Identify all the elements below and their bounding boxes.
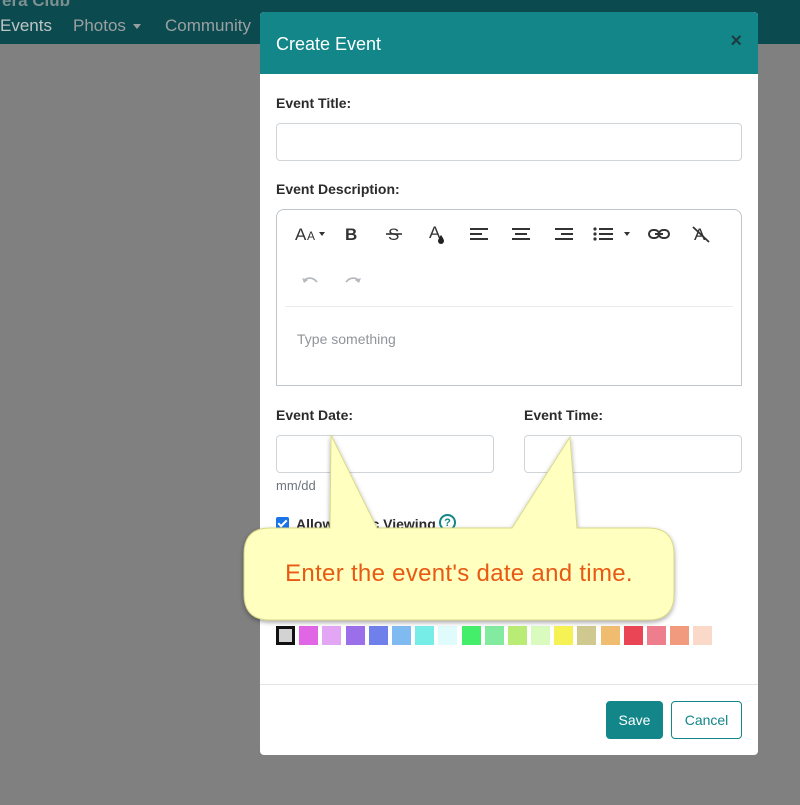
color-swatch[interactable] <box>624 626 643 645</box>
color-swatch[interactable] <box>485 626 504 645</box>
event-date-label: Event Date: <box>276 407 354 423</box>
tooltip-text: Enter the event's date and time. <box>285 560 633 587</box>
svg-text:B: B <box>345 225 357 244</box>
color-swatch[interactable] <box>415 626 434 645</box>
strikethrough-icon[interactable]: S <box>381 221 407 247</box>
color-swatch[interactable] <box>693 626 712 645</box>
close-button[interactable]: × <box>730 30 742 53</box>
color-swatch[interactable] <box>554 626 573 645</box>
cancel-button[interactable]: Cancel <box>671 701 742 739</box>
color-swatch-selected[interactable] <box>276 626 295 645</box>
color-swatch[interactable] <box>601 626 620 645</box>
redo-icon[interactable] <box>340 269 366 295</box>
create-event-modal: Create Event × Event Title: Event Descri… <box>260 12 758 755</box>
align-left-icon[interactable] <box>466 221 492 247</box>
color-swatch[interactable] <box>346 626 365 645</box>
event-time-input[interactable] <box>524 435 742 473</box>
color-swatch[interactable] <box>438 626 457 645</box>
color-swatch[interactable] <box>322 626 341 645</box>
event-title-input[interactable] <box>276 123 742 161</box>
svg-text:A: A <box>307 229 315 243</box>
color-swatch[interactable] <box>531 626 550 645</box>
link-icon[interactable] <box>646 221 672 247</box>
event-date-input[interactable] <box>276 435 494 473</box>
save-button[interactable]: Save <box>606 701 663 739</box>
color-swatch[interactable] <box>392 626 411 645</box>
color-swatch[interactable] <box>369 626 388 645</box>
chevron-down-icon <box>132 24 141 30</box>
nav-item-photos[interactable]: Photos <box>73 16 141 36</box>
color-swatch[interactable] <box>670 626 689 645</box>
color-swatch[interactable] <box>577 626 596 645</box>
modal-header: Create Event × <box>260 12 758 74</box>
font-size-icon[interactable]: AA <box>295 221 329 247</box>
toolbar-divider <box>285 306 733 307</box>
event-title-label: Event Title: <box>276 95 352 111</box>
clear-format-icon[interactable]: A <box>688 221 714 247</box>
color-swatch[interactable] <box>299 626 318 645</box>
event-date-hint: mm/dd <box>276 478 316 493</box>
color-swatch[interactable] <box>647 626 666 645</box>
align-center-icon[interactable] <box>508 221 534 247</box>
editor-placeholder[interactable]: Type something <box>297 331 396 347</box>
svg-text:A: A <box>295 225 307 244</box>
align-right-icon[interactable] <box>551 221 577 247</box>
footer-divider <box>260 684 758 685</box>
color-swatch[interactable] <box>508 626 527 645</box>
modal-title: Create Event <box>276 34 382 54</box>
brand-title: era Club <box>2 0 71 10</box>
nav-item-photos-label: Photos <box>73 16 126 35</box>
undo-icon[interactable] <box>297 269 323 295</box>
nav-item-community[interactable]: Community <box>165 16 251 36</box>
list-icon[interactable] <box>591 221 635 247</box>
nav-item-events[interactable]: Events <box>0 16 52 36</box>
event-time-label: Event Time: <box>524 407 604 423</box>
bold-icon[interactable]: B <box>338 221 364 247</box>
color-swatch[interactable] <box>462 626 481 645</box>
rich-text-editor: AA B S A A Type something <box>276 209 742 386</box>
event-description-label: Event Description: <box>276 181 400 197</box>
text-color-icon[interactable]: A <box>423 221 449 247</box>
